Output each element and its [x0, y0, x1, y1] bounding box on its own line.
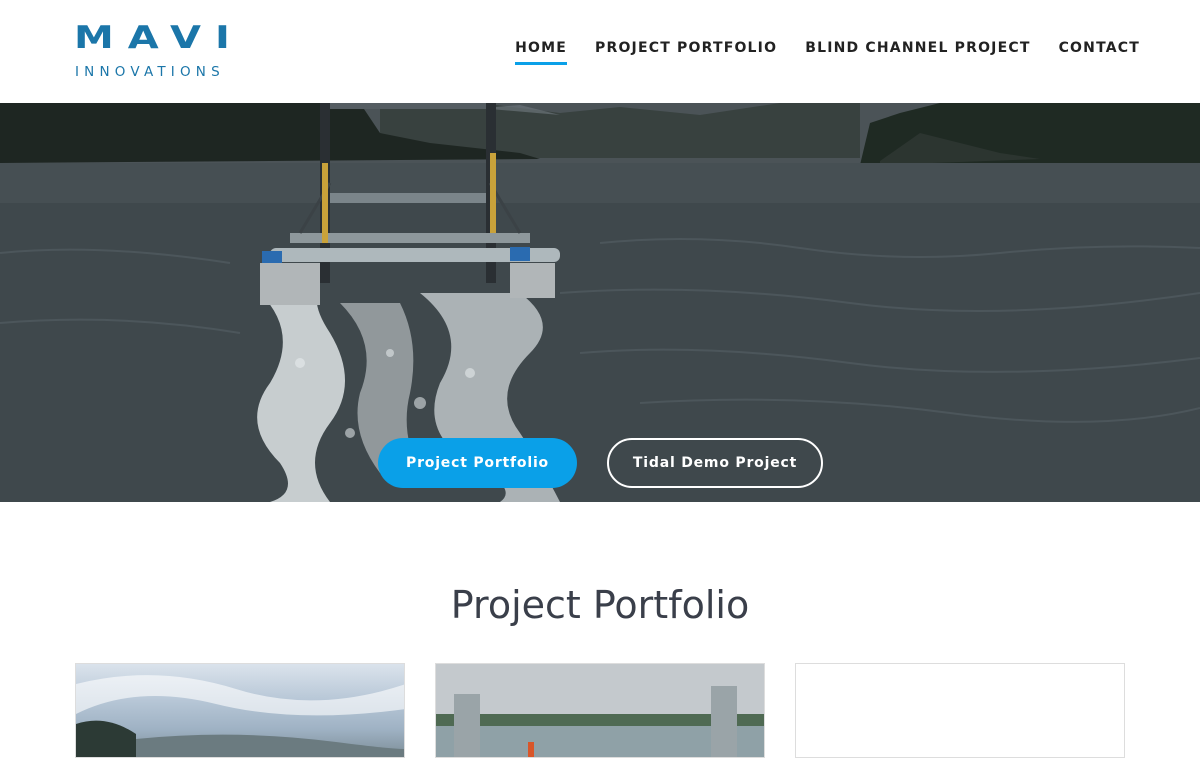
logo-tagline: INNOVATIONS	[75, 64, 225, 80]
nav-contact[interactable]: CONTACT	[1059, 40, 1140, 64]
site-header: MAVI INNOVATIONS HOME PROJECT PORTFOLIO …	[0, 0, 1200, 103]
nav-project-portfolio[interactable]: PROJECT PORTFOLIO	[595, 40, 777, 64]
nav-home[interactable]: HOME	[515, 40, 567, 65]
mavi-logo[interactable]: MAVI INNOVATIONS	[74, 20, 274, 82]
hero-image	[0, 103, 1200, 502]
main-nav: HOME PROJECT PORTFOLIO BLIND CHANNEL PRO…	[515, 40, 1140, 65]
tidal-demo-project-button[interactable]: Tidal Demo Project	[607, 438, 823, 488]
portfolio-card-1[interactable]	[75, 663, 405, 758]
hero-banner: Project Portfolio Tidal Demo Project	[0, 103, 1200, 502]
portfolio-card-2-image	[436, 664, 764, 757]
portfolio-card-1-image	[76, 675, 404, 757]
portfolio-card-2[interactable]	[435, 663, 765, 758]
project-portfolio-button[interactable]: Project Portfolio	[378, 438, 577, 488]
portfolio-card-3[interactable]	[795, 663, 1125, 758]
nav-blind-channel-project[interactable]: BLIND CHANNEL PROJECT	[805, 40, 1030, 64]
logo-wordmark: MAVI	[74, 20, 244, 56]
portfolio-heading: Project Portfolio	[450, 583, 750, 627]
